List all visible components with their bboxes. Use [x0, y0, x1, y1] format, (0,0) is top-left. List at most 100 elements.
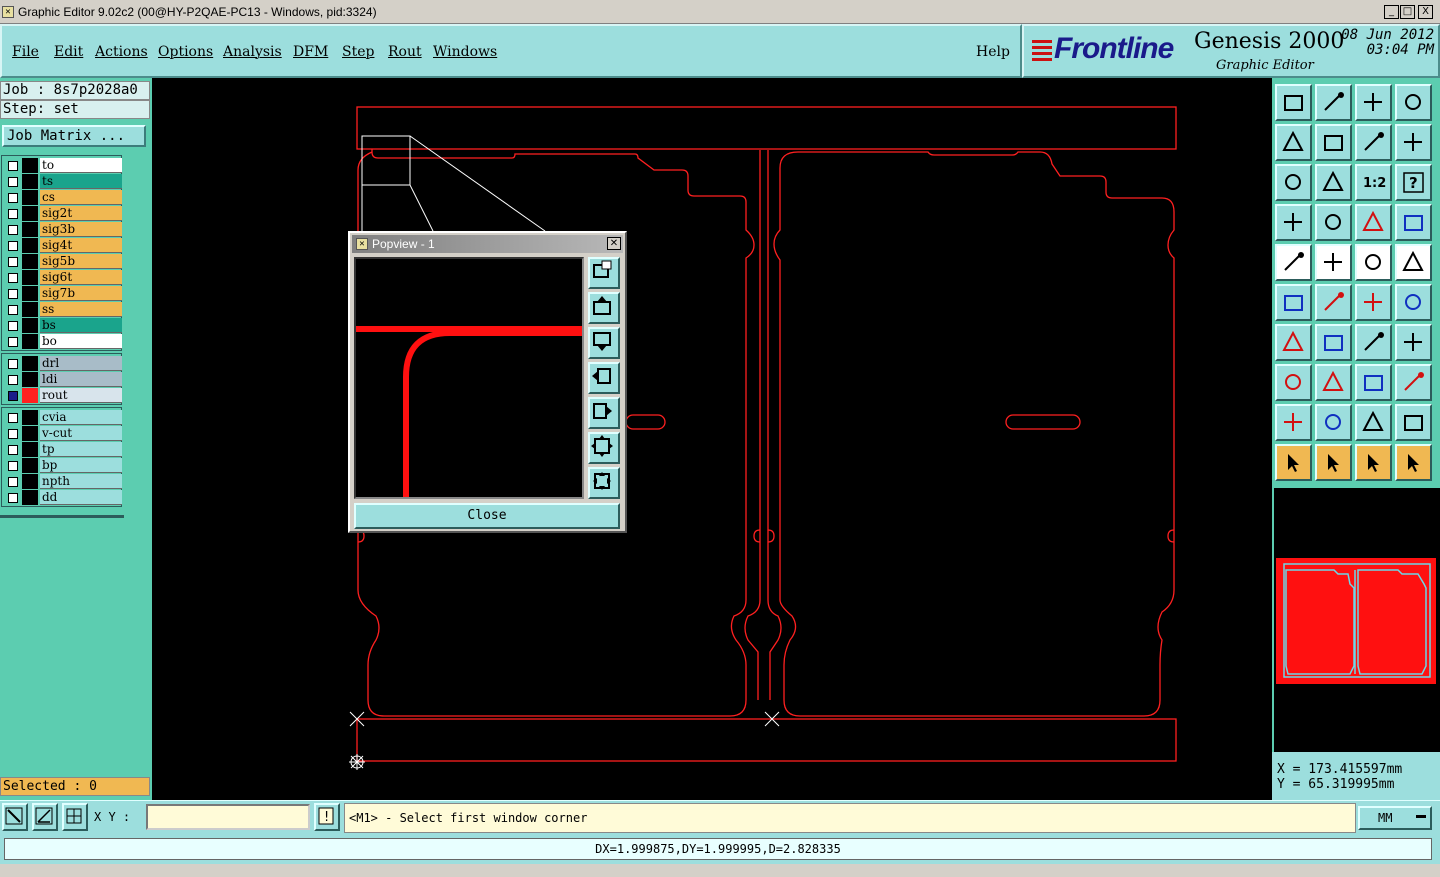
minimize-button[interactable]: _: [1384, 5, 1399, 19]
layer-checkbox[interactable]: [8, 321, 18, 331]
layer-row-bo[interactable]: bo: [4, 334, 122, 349]
pointer-circle-button[interactable]: [1355, 444, 1392, 481]
angle-mode-button[interactable]: [32, 803, 58, 831]
layer-checkbox[interactable]: [8, 225, 18, 235]
layer-row-bp[interactable]: bp: [4, 458, 122, 473]
layer-row-to[interactable]: to: [4, 158, 122, 173]
zoom-bottom-button[interactable]: [1315, 84, 1352, 121]
layer-color-swatch[interactable]: [22, 442, 38, 457]
menu-file[interactable]: File: [12, 44, 39, 60]
layer-color-swatch[interactable]: [22, 388, 38, 403]
draw-line-blue-button[interactable]: [1315, 324, 1352, 361]
layer-row-bs[interactable]: bs: [4, 318, 122, 333]
pointer-box-button[interactable]: [1315, 444, 1352, 481]
snake-button[interactable]: [1395, 124, 1432, 161]
layer-name[interactable]: v-cut: [40, 426, 122, 441]
maximize-button[interactable]: □: [1400, 5, 1415, 19]
pad-add-button[interactable]: [1275, 364, 1312, 401]
menu-options[interactable]: Options: [158, 44, 213, 60]
layer-color-swatch[interactable]: [22, 238, 38, 253]
pad-button[interactable]: [1275, 244, 1312, 281]
layer-name[interactable]: tp: [40, 442, 122, 457]
layer-row-sig3b[interactable]: sig3b: [4, 222, 122, 237]
layer-checkbox[interactable]: [8, 337, 18, 347]
layer-color-swatch[interactable]: [22, 410, 38, 425]
popview-pan-down-button[interactable]: [588, 327, 620, 359]
layer-row-cvia[interactable]: cvia: [4, 410, 122, 425]
tools-button[interactable]: [1275, 204, 1312, 241]
zoom-home-button[interactable]: [1275, 84, 1312, 121]
layer-name[interactable]: bs: [40, 318, 122, 333]
layer-name[interactable]: sig5b: [40, 254, 122, 269]
layer-color-swatch[interactable]: [22, 270, 38, 285]
draw-line-red-button[interactable]: [1275, 324, 1312, 361]
tri-grid-button[interactable]: [1395, 404, 1432, 441]
split-button[interactable]: [1315, 364, 1352, 401]
mirror-button[interactable]: [1355, 124, 1392, 161]
layer-row-sig5b[interactable]: sig5b: [4, 254, 122, 269]
move-blue-button[interactable]: [1395, 284, 1432, 321]
popview-zoom-in-button[interactable]: [588, 257, 620, 289]
layer-row-v-cut[interactable]: v-cut: [4, 426, 122, 441]
layer-row-dd[interactable]: dd: [4, 490, 122, 505]
layer-row-tp[interactable]: tp: [4, 442, 122, 457]
layer-color-swatch[interactable]: [22, 254, 38, 269]
pointer-button[interactable]: [1275, 444, 1312, 481]
layer-name[interactable]: sig7b: [40, 286, 122, 301]
measure-button[interactable]: [1355, 364, 1392, 401]
menu-help[interactable]: Help: [976, 44, 1010, 60]
layer-checkbox[interactable]: [8, 477, 18, 487]
node-button[interactable]: [1275, 284, 1312, 321]
layer-checkbox[interactable]: [8, 461, 18, 471]
layer-checkbox[interactable]: [8, 289, 18, 299]
help-button[interactable]: ?: [1395, 164, 1432, 201]
units-select[interactable]: MM: [1358, 806, 1432, 830]
menu-edit[interactable]: Edit: [54, 44, 83, 60]
layer-name[interactable]: sig2t: [40, 206, 122, 221]
layer-name[interactable]: ldi: [40, 372, 122, 387]
fit-all-button[interactable]: [1315, 164, 1352, 201]
layer-color-swatch[interactable]: [22, 426, 38, 441]
layer-name[interactable]: cs: [40, 190, 122, 205]
menu-actions[interactable]: Actions: [95, 44, 148, 60]
layer-checkbox[interactable]: [8, 241, 18, 251]
menu-dfm[interactable]: DFM: [293, 44, 328, 60]
layer-name[interactable]: cvia: [40, 410, 122, 425]
tri-red-button[interactable]: [1275, 404, 1312, 441]
popview-pan-up-button[interactable]: [588, 292, 620, 324]
layer-checkbox[interactable]: [8, 161, 18, 171]
layer-checkbox[interactable]: [8, 193, 18, 203]
layer-row-ldi[interactable]: ldi: [4, 372, 122, 387]
layer-color-swatch[interactable]: [22, 190, 38, 205]
layer-checkbox[interactable]: [8, 359, 18, 369]
layer-checkbox[interactable]: [8, 445, 18, 455]
layer-checkbox[interactable]: [8, 413, 18, 423]
text-button[interactable]: [1395, 324, 1432, 361]
layer-name[interactable]: ss: [40, 302, 122, 317]
layer-color-swatch[interactable]: [22, 372, 38, 387]
layer-color-swatch[interactable]: [22, 474, 38, 489]
layer-row-sig2t[interactable]: sig2t: [4, 206, 122, 221]
layer-color-swatch[interactable]: [22, 286, 38, 301]
layer-row-drl[interactable]: drl: [4, 356, 122, 371]
overview-panel[interactable]: [1272, 488, 1440, 752]
layer-checkbox[interactable]: [8, 493, 18, 503]
popview-close-icon[interactable]: ✕: [607, 237, 621, 250]
close-window-button[interactable]: X: [1418, 5, 1433, 19]
layer-color-swatch[interactable]: [22, 490, 38, 505]
layer-row-npth[interactable]: npth: [4, 474, 122, 489]
layer-name[interactable]: npth: [40, 474, 122, 489]
layer-checkbox[interactable]: [8, 257, 18, 267]
grid-snap-button[interactable]: [62, 803, 88, 831]
snap-mode-button[interactable]: [2, 803, 28, 831]
home-view-button[interactable]: [1355, 84, 1392, 121]
layer-color-swatch[interactable]: [22, 318, 38, 333]
layer-color-swatch[interactable]: [22, 158, 38, 173]
graphic-canvas[interactable]: [152, 78, 1272, 800]
layer-name[interactable]: bo: [40, 334, 122, 349]
layer-color-swatch[interactable]: [22, 206, 38, 221]
net-red-button[interactable]: [1355, 204, 1392, 241]
route-button[interactable]: [1395, 444, 1432, 481]
layer-color-swatch[interactable]: [22, 174, 38, 189]
scale-1-2-button[interactable]: 1:2: [1355, 164, 1392, 201]
